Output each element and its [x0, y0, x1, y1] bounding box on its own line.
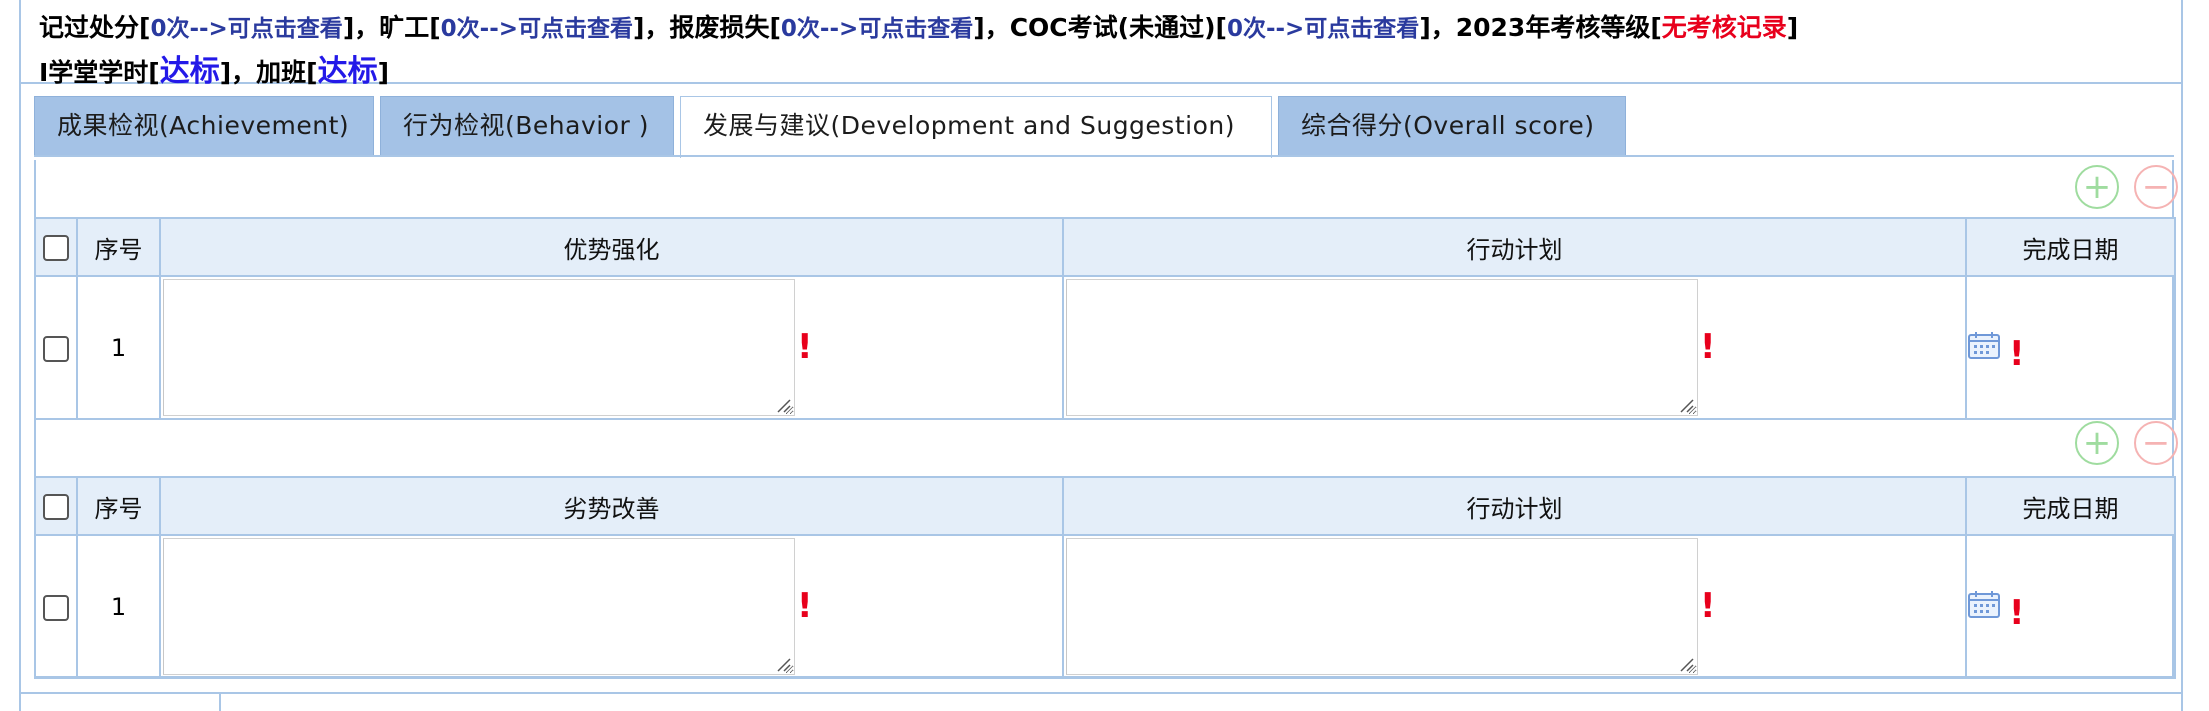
coc-exam-link[interactable]: 0次-->可点击查看 [1227, 16, 1419, 42]
required-icon: ! [1700, 327, 1716, 367]
select-all-cell [34, 476, 78, 536]
due-date-header: 完成日期 [1965, 217, 2176, 277]
tab-achievement[interactable]: 成果检视(Achievement) [34, 96, 374, 156]
table-header-row: 序号 优势强化 行动计划 完成日期 [34, 217, 2176, 277]
action-plan-header: 行动计划 [1062, 476, 1967, 536]
absence-link[interactable]: 0次-->可点击查看 [441, 16, 633, 42]
resize-grip-icon[interactable] [1678, 656, 1694, 672]
tab-bar: 成果检视(Achievement) 行为检视(Behavior ) 发展与建议(… [34, 96, 2174, 158]
disciplinary-link[interactable]: 0次-->可点击查看 [150, 16, 342, 42]
assessment-level-value: 无考核记录 [1661, 13, 1787, 42]
required-icon: ! [797, 327, 813, 367]
resize-grip-icon[interactable] [775, 656, 791, 672]
tab-development-suggestion[interactable]: 发展与建议(Development and Suggestion) [680, 96, 1272, 158]
seq-header: 序号 [76, 476, 161, 536]
row-checkbox[interactable] [43, 594, 69, 621]
strength-controls: + − [34, 160, 2178, 218]
strength-table: 序号 优势强化 行动计划 完成日期 1 ! ! ! [34, 217, 2176, 420]
row-select-cell [34, 275, 78, 420]
plus-circle-icon: + [2082, 423, 2112, 463]
row-select-cell [34, 534, 78, 679]
action-plan-header: 行动计划 [1062, 217, 1967, 277]
scrap-loss-label: ]，报废损失[ [633, 13, 781, 42]
disciplinary-label: 记过处分[ [39, 13, 151, 42]
strength-textarea[interactable] [163, 279, 795, 416]
plus-circle-icon: + [2082, 167, 2112, 207]
summary-box: 记过处分[0次-->可点击查看]，旷工[0次-->可点击查看]，报废损失[0次-… [19, 0, 2183, 89]
due-date-header: 完成日期 [1965, 476, 2176, 536]
minus-circle-icon: − [2141, 167, 2171, 207]
assessment-level-label: ]，2023年考核等级[ [1419, 13, 1662, 42]
add-row-button[interactable]: + [2075, 421, 2119, 465]
required-icon: ! [2009, 593, 2025, 633]
required-icon: ! [1700, 586, 1716, 626]
tab-behavior[interactable]: 行为检视(Behavior ) [380, 96, 674, 156]
row-seq: 1 [76, 534, 161, 679]
scrap-loss-link[interactable]: 0次-->可点击查看 [781, 16, 973, 42]
row-checkbox[interactable] [43, 335, 69, 362]
table-row: 1 ! ! ! [34, 275, 2176, 420]
table-header-row: 序号 劣势改善 行动计划 完成日期 [34, 476, 2176, 536]
action-plan-cell: ! [1062, 534, 1967, 679]
action-plan-cell: ! [1062, 275, 1967, 420]
select-all-checkbox[interactable] [43, 235, 69, 261]
bottom-divider [221, 692, 2183, 694]
bottom-tab-stub [19, 692, 221, 711]
required-icon: ! [797, 586, 813, 626]
tab-overall-score[interactable]: 综合得分(Overall score) [1278, 96, 1626, 156]
weakness-controls: + − [34, 418, 2178, 476]
absence-label: ]，旷工[ [342, 13, 441, 42]
action-plan-textarea[interactable] [1066, 538, 1698, 675]
remove-row-button[interactable]: − [2134, 165, 2178, 209]
study-hours-label: I学堂学时[ [39, 58, 160, 87]
strength-cell: ! [159, 275, 1064, 420]
overtime-label: ]，加班[ [219, 58, 318, 87]
resize-grip-icon[interactable] [775, 397, 791, 413]
calendar-icon[interactable] [1967, 589, 2001, 619]
row-seq: 1 [76, 275, 161, 420]
due-date-cell: ! [1965, 534, 2176, 679]
table-row: 1 ! ! ! [34, 534, 2176, 679]
summary-line-1: 记过处分[0次-->可点击查看]，旷工[0次-->可点击查看]，报废损失[0次-… [39, 8, 1798, 44]
resize-grip-icon[interactable] [1678, 397, 1694, 413]
weakness-cell: ! [159, 534, 1064, 679]
remove-row-button[interactable]: − [2134, 421, 2178, 465]
seq-header: 序号 [76, 217, 161, 277]
assessment-level-close: ] [1786, 13, 1799, 42]
minus-circle-icon: − [2141, 423, 2171, 463]
coc-exam-label: ]，COC考试(未通过)[ [973, 13, 1227, 42]
required-icon: ! [2009, 334, 2025, 374]
add-row-button[interactable]: + [2075, 165, 2119, 209]
select-all-cell [34, 217, 78, 277]
strength-header: 优势强化 [159, 217, 1064, 277]
weakness-textarea[interactable] [163, 538, 795, 675]
tab-underline [34, 155, 2174, 157]
select-all-checkbox[interactable] [43, 494, 69, 520]
due-date-cell: ! [1965, 275, 2176, 420]
overtime-close: ] [377, 58, 390, 87]
weakness-header: 劣势改善 [159, 476, 1064, 536]
calendar-icon[interactable] [1967, 330, 2001, 360]
action-plan-textarea[interactable] [1066, 279, 1698, 416]
weakness-table: 序号 劣势改善 行动计划 完成日期 1 ! ! ! [34, 476, 2176, 679]
